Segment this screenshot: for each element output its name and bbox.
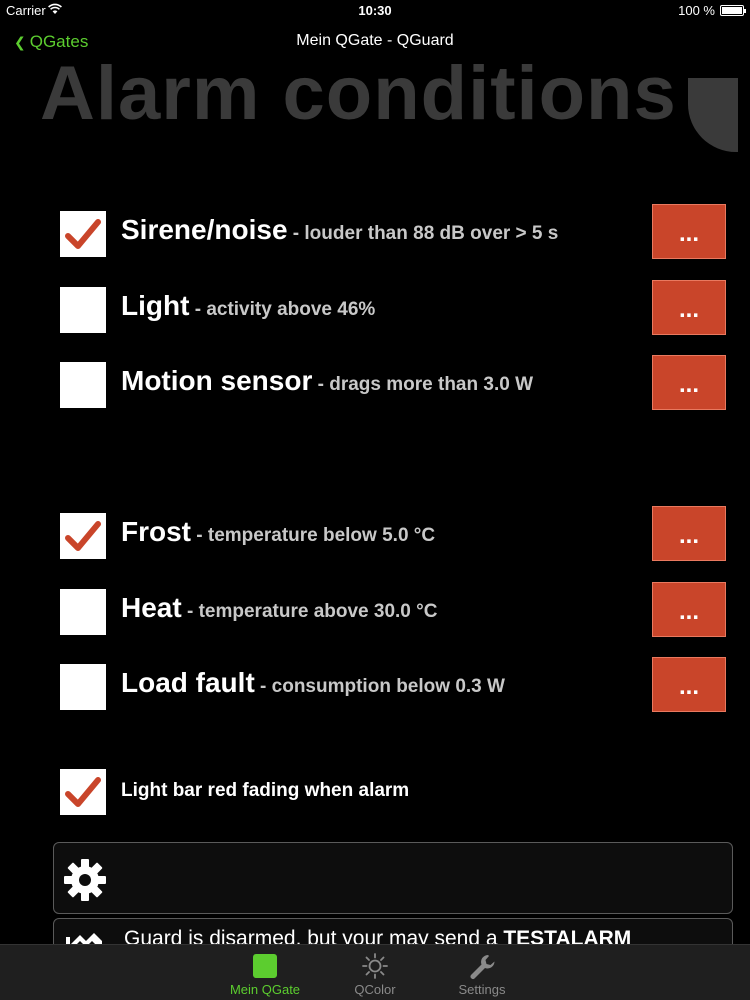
alarm-description: drags more than 3.0 W: [329, 374, 534, 395]
alarm-separator: -: [181, 601, 199, 622]
alarm-description: louder than 88 dB over > 5 s: [304, 223, 559, 244]
alarm-label: Light - activity above 46%: [121, 290, 375, 322]
tab-label: Settings: [458, 982, 506, 997]
alarm-name: Sirene/noise: [121, 214, 288, 245]
sirene-checkbox[interactable]: [60, 211, 106, 257]
alarm-row-heat: Heat - temperature above 30.0 °C ...: [60, 582, 730, 645]
tab-label: QColor: [354, 982, 396, 997]
wrench-icon: [470, 955, 495, 979]
motion-options-button[interactable]: ...: [652, 355, 726, 410]
decorative-shape: [688, 78, 738, 152]
alarm-name: Heat: [121, 592, 182, 623]
motion-checkbox[interactable]: [60, 362, 106, 408]
alarm-row-light: Light - activity above 46% ...: [60, 280, 730, 343]
checkmark-icon: [65, 521, 101, 551]
battery-icon: [720, 5, 746, 16]
alarm-description: temperature above 30.0 °C: [198, 601, 438, 622]
alarm-name: Frost: [121, 516, 191, 547]
battery-percentage: 100 %: [678, 3, 715, 18]
tab-settings[interactable]: Settings: [427, 945, 537, 1000]
checkmark-icon: [65, 777, 101, 807]
tab-qcolor[interactable]: QColor: [320, 945, 430, 1000]
status-time: 10:30: [358, 3, 392, 18]
light-options-button[interactable]: ...: [652, 280, 726, 335]
alarm-separator: -: [287, 223, 305, 244]
alarm-description: activity above 46%: [206, 299, 376, 320]
alarm-name: Light: [121, 290, 190, 321]
alarm-name: Motion sensor: [121, 365, 313, 396]
square-icon: [253, 954, 277, 978]
light-checkbox[interactable]: [60, 287, 106, 333]
alarm-row-motion: Motion sensor - drags more than 3.0 W ..…: [60, 355, 730, 418]
load-fault-checkbox[interactable]: [60, 664, 106, 710]
alarm-description: consumption below 0.3 W: [271, 676, 505, 697]
alarm-description: temperature below 5.0 °C: [207, 525, 436, 546]
alarm-separator: -: [312, 374, 330, 395]
alarm-separator: -: [254, 676, 272, 697]
section-heading: Alarm conditions: [40, 51, 677, 136]
frost-checkbox[interactable]: [60, 513, 106, 559]
frost-options-button[interactable]: ...: [652, 506, 726, 561]
heat-checkbox[interactable]: [60, 589, 106, 635]
gear-icon: [64, 859, 106, 901]
alarm-label: Load fault - consumption below 0.3 W: [121, 667, 505, 699]
heat-options-button[interactable]: ...: [652, 582, 726, 637]
alarm-name: Load fault: [121, 667, 255, 698]
checkmark-icon: [65, 219, 101, 249]
alarm-row-frost: Frost - temperature below 5.0 °C ...: [60, 506, 730, 569]
alarm-label: Motion sensor - drags more than 3.0 W: [121, 365, 533, 397]
page-title: Mein QGate - QGuard: [296, 32, 454, 49]
sirene-options-button[interactable]: ...: [652, 204, 726, 259]
load-fault-options-button[interactable]: ...: [652, 657, 726, 712]
alarm-label: Frost - temperature below 5.0 °C: [121, 516, 435, 548]
light-bar-checkbox[interactable]: [60, 769, 106, 815]
tab-label: Mein QGate: [229, 982, 301, 997]
settings-panel[interactable]: [53, 842, 733, 914]
alarm-separator: -: [189, 299, 207, 320]
tab-bar: Mein QGate QColor Settings: [0, 944, 750, 1000]
sun-icon: [362, 953, 388, 979]
alarm-label: Sirene/noise - louder than 88 dB over > …: [121, 214, 558, 246]
light-bar-option-row: Light bar red fading when alarm: [60, 769, 730, 825]
light-bar-label: Light bar red fading when alarm: [121, 780, 410, 801]
alarm-row-sirene: Sirene/noise - louder than 88 dB over > …: [60, 204, 730, 267]
alarm-separator: -: [191, 525, 208, 546]
status-bar: Carrier 10:30 100 %: [0, 0, 750, 22]
alarm-label: Heat - temperature above 30.0 °C: [121, 592, 437, 624]
tab-mein-qgate[interactable]: Mein QGate: [210, 945, 320, 1000]
alarm-row-load-fault: Load fault - consumption below 0.3 W ...: [60, 657, 730, 720]
